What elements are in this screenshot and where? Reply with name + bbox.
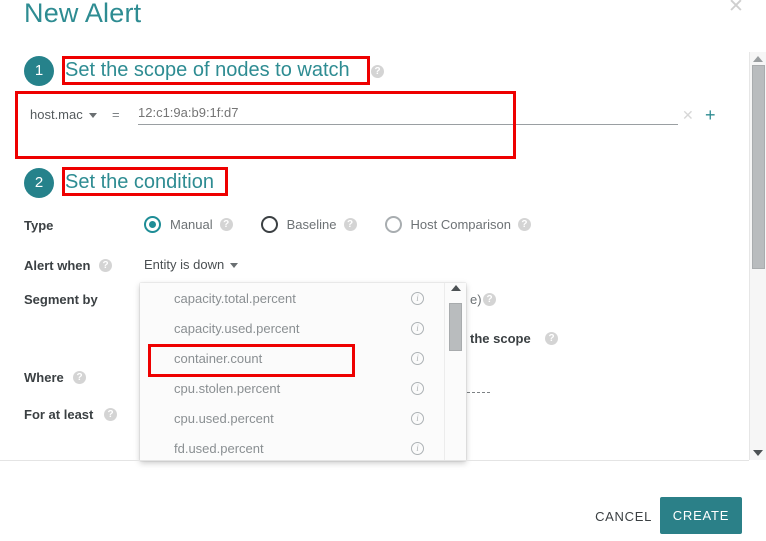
dropdown-option-label: cpu.stolen.percent	[174, 380, 281, 396]
caret-up-icon[interactable]	[753, 56, 763, 62]
radio-baseline-label: Baseline	[286, 217, 337, 232]
radio-baseline-help-icon[interactable]: ?	[343, 218, 357, 231]
dropdown-option[interactable]: fd.used.percent i	[140, 433, 444, 461]
radio-host-comparison-circle[interactable]	[384, 216, 402, 233]
caret-down-icon[interactable]	[753, 450, 763, 456]
dropdown-option-label: capacity.used.percent	[174, 320, 300, 336]
where-label: Where	[24, 370, 64, 385]
step-2-title: Set the condition	[65, 171, 214, 193]
scope-key-dropdown[interactable]: host.mac	[30, 107, 97, 122]
type-label: Type	[24, 218, 54, 233]
dropdown-option[interactable]: cpu.stolen.percent i	[140, 373, 444, 403]
info-icon[interactable]: i	[411, 411, 424, 425]
footer-divider	[0, 460, 749, 461]
obscured-help-icon-2[interactable]: ?	[545, 332, 558, 345]
info-icon[interactable]: i	[411, 441, 424, 455]
alert-when-select[interactable]: Entity is down	[144, 257, 239, 272]
obscured-text-fragment-2: the scope	[470, 331, 531, 346]
alert-when-label: Alert when	[24, 258, 91, 273]
dropdown-option[interactable]: cpu.used.percent i	[140, 403, 444, 433]
step-1-title: Set the scope of nodes to watch	[65, 59, 350, 81]
radio-host-comparison[interactable]: Host Comparison ?	[384, 216, 531, 233]
dropdown-option[interactable]: capacity.total.percent i	[140, 283, 444, 313]
step-2-badge: 2	[24, 168, 54, 198]
info-icon[interactable]: i	[411, 351, 424, 365]
scope-key-label: host.mac	[30, 107, 83, 122]
scope-value-input[interactable]	[138, 105, 678, 124]
scope-operator: =	[112, 107, 120, 122]
page-scrollbar-thumb[interactable]	[752, 65, 765, 269]
alert-when-value: Entity is down	[144, 257, 225, 272]
close-icon[interactable]: ✕	[726, 0, 746, 17]
chevron-down-icon[interactable]	[88, 112, 97, 118]
divider	[462, 392, 490, 393]
create-button[interactable]: CREATE	[660, 497, 742, 534]
dropdown-option-label: capacity.total.percent	[174, 290, 296, 306]
chevron-down-icon[interactable]	[230, 262, 239, 268]
radio-manual-circle[interactable]	[144, 216, 161, 233]
dropdown-option[interactable]: container.count i	[140, 343, 444, 373]
info-icon[interactable]: i	[411, 321, 424, 335]
info-icon[interactable]: i	[411, 291, 424, 305]
radio-manual-label: Manual	[170, 217, 213, 232]
dropdown-scrollbar[interactable]	[444, 283, 466, 461]
radio-baseline[interactable]: Baseline ?	[260, 216, 357, 233]
for-at-least-label: For at least	[24, 407, 94, 422]
type-radio-group: Manual ? Baseline ? Host Comparison ?	[144, 216, 559, 233]
alert-when-help-icon[interactable]: ?	[99, 259, 112, 272]
page-scrollbar[interactable]	[749, 52, 766, 460]
radio-baseline-circle[interactable]	[260, 216, 278, 233]
caret-up-icon[interactable]	[450, 285, 461, 291]
segment-by-dropdown[interactable]: capacity.total.percent i capacity.used.p…	[140, 283, 466, 461]
radio-manual[interactable]: Manual ?	[144, 216, 233, 233]
dropdown-option-list: capacity.total.percent i capacity.used.p…	[140, 283, 444, 461]
for-at-least-help-icon[interactable]: ?	[104, 408, 117, 421]
info-icon[interactable]: i	[411, 381, 424, 395]
cancel-button[interactable]: CANCEL	[591, 503, 656, 530]
step-1-help-icon[interactable]: ?	[371, 65, 384, 78]
dropdown-option[interactable]: capacity.used.percent i	[140, 313, 444, 343]
annotation-box-scope-row	[15, 91, 516, 159]
new-alert-dialog: New Alert ✕ 1 Set the scope of nodes to …	[0, 0, 766, 541]
add-filter-icon[interactable]: +	[705, 106, 716, 124]
dropdown-option-label: cpu.used.percent	[174, 410, 274, 426]
obscured-help-icon-1[interactable]: ?	[483, 293, 496, 306]
dropdown-option-label: container.count	[174, 350, 263, 366]
dropdown-option-label: fd.used.percent	[174, 440, 264, 456]
obscured-text-fragment-1: e)	[470, 292, 482, 307]
where-help-icon[interactable]: ?	[73, 371, 86, 384]
dropdown-scrollbar-thumb[interactable]	[449, 303, 462, 351]
radio-host-comparison-help-icon[interactable]: ?	[517, 218, 531, 231]
remove-filter-icon[interactable]: ✕	[682, 107, 694, 124]
step-1-badge: 1	[24, 56, 54, 86]
page-title: New Alert	[24, 0, 142, 28]
segment-by-label: Segment by	[24, 292, 98, 307]
radio-manual-help-icon[interactable]: ?	[219, 218, 233, 231]
radio-host-comparison-label: Host Comparison	[410, 217, 511, 232]
